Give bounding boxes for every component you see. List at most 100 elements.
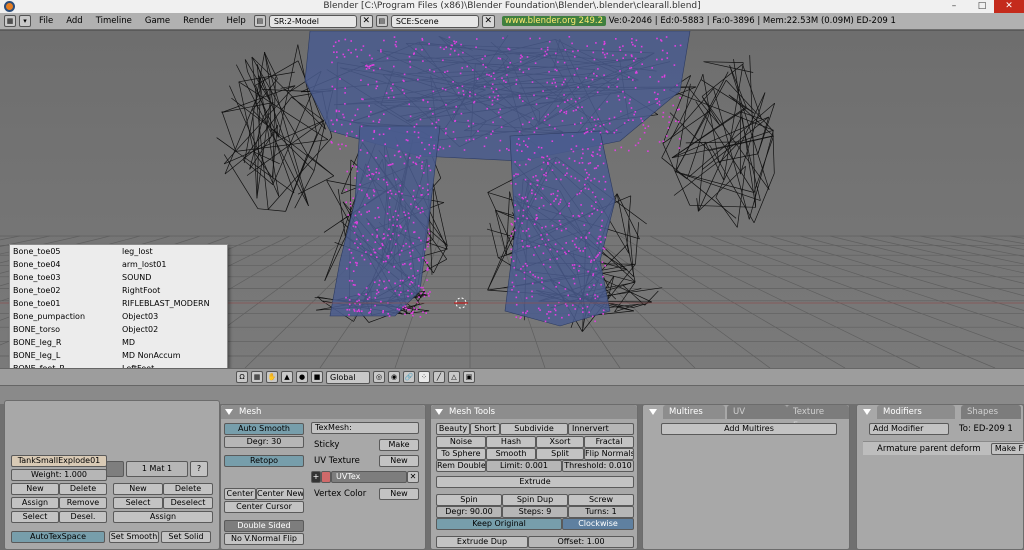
bone-menu-item[interactable]: MD <box>119 336 227 349</box>
spin-dup-button[interactable]: Spin Dup <box>502 494 568 506</box>
weight-field[interactable]: Weight: 1.000 <box>11 469 107 481</box>
bone-menu-item[interactable]: RightFoot <box>119 284 227 297</box>
texmesh-field[interactable]: TexMesh: <box>311 422 419 434</box>
sticky-make-button[interactable]: Make <box>379 439 419 451</box>
center-cursor-button[interactable]: Center Cursor <box>224 501 304 513</box>
proportional-icon[interactable]: ◉ <box>388 371 400 383</box>
bone-menu-item[interactable]: arm_lost01 <box>119 258 227 271</box>
bone-menu-item[interactable]: RIFLEBLAST_MODERN <box>119 297 227 310</box>
window-type-icon[interactable]: ▦ <box>4 15 16 27</box>
scene-delete-icon[interactable]: ✕ <box>481 14 495 28</box>
snap-icon[interactable]: 🔗 <box>403 371 415 383</box>
keep-original-toggle[interactable]: Keep Original <box>436 518 562 530</box>
rotate-manipulator-icon[interactable]: Ω <box>236 371 248 383</box>
rem-double-button[interactable]: Rem Double <box>436 460 486 472</box>
uvtex-delete-icon[interactable]: ✕ <box>407 471 419 483</box>
menu-game[interactable]: Game <box>140 16 175 26</box>
new-material-button[interactable]: New <box>113 483 163 495</box>
bone-menu-item[interactable]: Object03 <box>119 310 227 323</box>
tab-shapes[interactable]: Shapes <box>961 405 1021 419</box>
turns-field[interactable]: Turns: 1 <box>568 506 634 518</box>
scene-browse-icon[interactable]: ▤ <box>375 15 388 27</box>
select-vgroup-button[interactable]: Select <box>11 511 59 523</box>
set-smooth-button[interactable]: Set Smooth <box>109 531 159 543</box>
bone-menu-item[interactable]: leg_lost <box>119 245 227 258</box>
menu-add[interactable]: Add <box>61 16 87 26</box>
menu-file[interactable]: File <box>34 16 58 26</box>
bone-menu-item[interactable]: MD NonAccum <box>119 349 227 362</box>
material-help-button[interactable]: ? <box>190 461 208 477</box>
uvtex-render-icon[interactable] <box>321 471 331 483</box>
delete-vgroup-button[interactable]: Delete <box>59 483 107 495</box>
spin-degree-field[interactable]: Degr: 90.00 <box>436 506 502 518</box>
vertex-select-icon[interactable]: ⁘ <box>418 371 430 383</box>
remove-vgroup-button[interactable]: Remove <box>59 497 107 509</box>
screen-browse-icon[interactable]: ▤ <box>253 15 266 27</box>
steps-field[interactable]: Steps: 9 <box>502 506 568 518</box>
tab-uv-calculation[interactable]: UV Calculatio <box>727 405 787 419</box>
screw-button[interactable]: Screw <box>568 494 634 506</box>
select-material-button[interactable]: Select <box>113 497 163 509</box>
make-real-button[interactable]: Make F <box>991 443 1024 455</box>
material-color-swatch[interactable] <box>106 461 124 477</box>
spin-button[interactable]: Spin <box>436 494 502 506</box>
bone-menu-item[interactable]: Bone_toe02 <box>10 284 118 297</box>
vertex-group-field[interactable]: TankSmallExplode01 <box>11 455 107 467</box>
pivot-icon[interactable]: ◎ <box>373 371 385 383</box>
innervert-select[interactable]: Innervert <box>568 423 634 435</box>
autosmooth-degree-field[interactable]: Degr: 30 <box>224 436 304 448</box>
bone-menu-item[interactable]: Bone_toe05 <box>10 245 118 258</box>
double-sided-toggle[interactable]: Double Sided <box>224 520 304 532</box>
autotexspace-button[interactable]: AutoTexSpace <box>11 531 105 543</box>
orientation-select[interactable]: Global <box>326 370 370 384</box>
subdivide-button[interactable]: Subdivide <box>500 423 568 435</box>
smooth-button[interactable]: Smooth <box>486 448 536 460</box>
bone-menu-item[interactable]: BONE_leg_R <box>10 336 118 349</box>
assign-material-button[interactable]: Assign <box>113 511 213 523</box>
maximize-button[interactable]: □ <box>968 0 996 13</box>
retopo-toggle[interactable]: Retopo <box>224 455 304 467</box>
beauty-toggle[interactable]: Beauty <box>436 423 470 435</box>
bone-menu-item[interactable]: Object02 <box>119 323 227 336</box>
bone-menu-item[interactable]: Bone_toe04 <box>10 258 118 271</box>
uvtex-active-icon[interactable]: + <box>311 471 321 483</box>
threshold-field[interactable]: Threshold: 0.010 <box>562 460 634 472</box>
clockwise-toggle[interactable]: Clockwise <box>562 518 634 530</box>
edge-select-icon[interactable]: ╱ <box>433 371 445 383</box>
hash-button[interactable]: Hash <box>486 436 536 448</box>
deselect-material-button[interactable]: Deselect <box>163 497 213 509</box>
triangle-icon[interactable]: ▲ <box>281 371 293 383</box>
minimize-button[interactable]: – <box>940 0 968 13</box>
face-select-icon[interactable]: △ <box>448 371 460 383</box>
bone-menu-item[interactable]: Bone_toe01 <box>10 297 118 310</box>
menu-timeline[interactable]: Timeline <box>91 16 137 26</box>
collapse-triangle-icon[interactable] <box>435 409 443 415</box>
bone-menu-item[interactable]: SOUND <box>119 271 227 284</box>
extrude-button[interactable]: Extrude <box>436 476 634 488</box>
screen-delete-icon[interactable]: ✕ <box>359 14 373 28</box>
square-icon[interactable]: ■ <box>311 371 323 383</box>
hand-icon[interactable]: ✋ <box>266 371 278 383</box>
close-window-button[interactable]: ✕ <box>994 0 1024 13</box>
center-button[interactable]: Center <box>224 488 256 500</box>
offset-field[interactable]: Offset: 1.00 <box>528 536 634 548</box>
material-index-field[interactable]: 1 Mat 1 <box>126 461 188 477</box>
no-vnormal-flip-toggle[interactable]: No V.Normal Flip <box>224 533 304 545</box>
short-toggle[interactable]: Short <box>470 423 500 435</box>
extrude-dup-button[interactable]: Extrude Dup <box>436 536 528 548</box>
limit-field[interactable]: Limit: 0.001 <box>486 460 562 472</box>
delete-material-button[interactable]: Delete <box>163 483 213 495</box>
new-vgroup-button[interactable]: New <box>11 483 59 495</box>
add-multires-button[interactable]: Add Multires <box>661 423 837 435</box>
collapse-triangle-icon[interactable] <box>649 409 657 415</box>
center-new-button[interactable]: Center New <box>256 488 304 500</box>
vertex-color-new-button[interactable]: New <box>379 488 419 500</box>
collapse-triangle-icon[interactable] <box>863 409 871 415</box>
screen-field[interactable]: SR:2-Model <box>268 14 357 28</box>
tab-modifiers[interactable]: Modifiers <box>877 405 955 419</box>
bone-menu-item[interactable]: BONE_leg_L <box>10 349 118 362</box>
tab-texture-face[interactable]: Texture Face <box>787 405 849 431</box>
add-modifier-button[interactable]: Add Modifier <box>869 423 949 435</box>
collapse-menu-icon[interactable]: ▾ <box>19 15 31 27</box>
render-icon[interactable]: ▣ <box>463 371 475 383</box>
